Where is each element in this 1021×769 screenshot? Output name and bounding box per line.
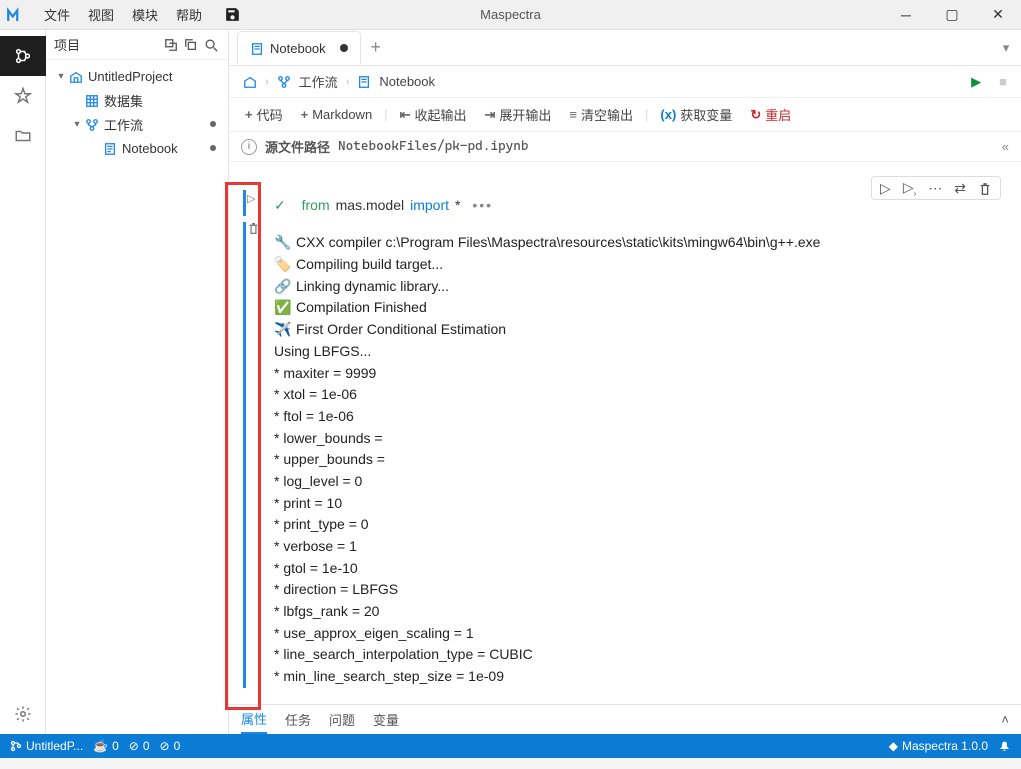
notebook-body[interactable]: ▷ ▷› ⋯ ⇄ ▷ ✓ from mas.model import * ••• (229, 162, 1021, 704)
status-branch[interactable]: UntitledP... (10, 739, 83, 753)
collapse-all-icon[interactable] (162, 36, 180, 54)
titlebar: 文件 视图 模块 帮助 Maspectra ─ ▢ ✕ (0, 0, 1021, 30)
sidebar-title: 项目 (54, 35, 160, 54)
crumb-workflow[interactable]: 工作流 (299, 72, 338, 91)
run-cell-icon[interactable]: ▷ (880, 180, 891, 197)
collapse-panel-icon[interactable]: « (1002, 139, 1009, 154)
tree-dataset[interactable]: 数据集 (50, 88, 224, 112)
editor-area: Notebook + ▾ › 工作流 › Notebook ▶ ■ +代码 +M… (229, 30, 1021, 734)
new-tab-button[interactable]: + (361, 37, 391, 58)
bottom-panel-tabs: 属性 任务 问题 变量 ˄ (229, 704, 1021, 734)
minimize-button[interactable]: ─ (883, 0, 929, 30)
menu-view[interactable]: 视图 (80, 1, 122, 28)
tree-project[interactable]: ▾ UntitledProject (50, 64, 224, 88)
tree-workflow[interactable]: ▾ 工作流 (50, 112, 224, 136)
app-title: Maspectra (480, 7, 541, 22)
tree-project-label: UntitledProject (88, 69, 173, 84)
output-cell: 🔧CXX compiler c:\Program Files\Maspectra… (243, 222, 1009, 687)
tree-dataset-label: 数据集 (104, 91, 143, 110)
check-icon: ✓ (274, 194, 286, 216)
check-icon: ✅ (274, 297, 290, 319)
status-bell-icon[interactable] (998, 740, 1011, 753)
cell-delete-gutter-icon[interactable] (247, 220, 260, 235)
status-warnings[interactable]: ⊘ 0 (160, 739, 181, 753)
tab-modified-dot (340, 44, 348, 52)
menu-file[interactable]: 文件 (36, 1, 78, 28)
sidebar: 项目 ▾ UntitledProject 数据集 ▾ 工作流 (46, 30, 229, 734)
btab-problems[interactable]: 问题 (329, 706, 355, 733)
status-brand[interactable]: ◆ Maspectra 1.0.0 (889, 739, 988, 753)
run-all-button[interactable]: ▶ (971, 74, 981, 90)
notebook-toolbar: +代码 +Markdown | ⇤收起输出 ⇥展开输出 ≡清空输出 | (x)获… (229, 98, 1021, 132)
expand-output-button[interactable]: ⇥展开输出 (478, 102, 557, 127)
workflow-icon (277, 75, 291, 89)
settings-icon[interactable] (0, 694, 46, 734)
tree-notebook[interactable]: Notebook (50, 136, 224, 160)
btab-tasks[interactable]: 任务 (285, 706, 311, 733)
kw-from: from (302, 194, 330, 216)
delete-cell-icon[interactable] (978, 180, 992, 196)
run-below-icon[interactable]: ▷› (903, 179, 916, 198)
cell-run-gutter-icon[interactable]: ▷ (247, 192, 255, 205)
activity-bar (0, 30, 46, 734)
close-button[interactable]: ✕ (975, 0, 1021, 30)
add-markdown-button[interactable]: +Markdown (295, 104, 379, 125)
modified-dot (210, 145, 216, 151)
app-logo (0, 0, 30, 30)
breadcrumb: › 工作流 › Notebook ▶ ■ (229, 66, 1021, 98)
get-vars-button[interactable]: (x)获取变量 (654, 102, 738, 127)
plane-icon: ✈️ (274, 319, 290, 341)
maximize-button[interactable]: ▢ (929, 0, 975, 30)
menu-help[interactable]: 帮助 (168, 1, 210, 28)
wrench-icon: 🔧 (274, 232, 290, 254)
tag-icon: 🏷️ (274, 254, 290, 276)
crumb-notebook[interactable]: Notebook (379, 74, 435, 89)
restart-button[interactable]: ↻重启 (744, 102, 797, 127)
expand-all-icon[interactable] (182, 36, 200, 54)
link-icon: 🔗 (274, 276, 290, 298)
stop-button[interactable]: ■ (999, 74, 1007, 89)
menu-module[interactable]: 模块 (124, 1, 166, 28)
sync-icon[interactable]: ⇄ (954, 180, 966, 197)
tab-dropdown[interactable]: ▾ (991, 40, 1021, 56)
panel-toggle-icon[interactable]: ˄ (1001, 712, 1009, 727)
status-coffee[interactable]: ☕ 0 (93, 739, 119, 753)
source-path-bar: i 源文件路径 NotebookFiles/pk-pd.ipynb « (229, 132, 1021, 162)
btab-vars[interactable]: 变量 (373, 706, 399, 733)
status-bar: UntitledP... ☕ 0 ⊘ 0 ⊘ 0 ◆ Maspectra 1.0… (0, 734, 1021, 758)
tab-label: Notebook (270, 41, 326, 56)
source-path-label: 源文件路径 (265, 137, 330, 156)
save-button[interactable] (222, 5, 242, 25)
status-errors[interactable]: ⊘ 0 (129, 739, 150, 753)
home-icon[interactable] (243, 75, 257, 89)
tree-notebook-label: Notebook (122, 141, 178, 156)
more-icon[interactable]: ⋯ (928, 180, 942, 197)
source-path-value: NotebookFiles/pk-pd.ipynb (338, 139, 528, 154)
cell-toolbar: ▷ ▷› ⋯ ⇄ (871, 176, 1001, 200)
add-code-button[interactable]: +代码 (239, 102, 289, 127)
tree-workflow-label: 工作流 (104, 115, 143, 134)
star-icon[interactable] (0, 76, 46, 116)
module-name: mas.model (336, 194, 404, 216)
tab-notebook[interactable]: Notebook (237, 31, 361, 64)
btab-props[interactable]: 属性 (241, 705, 267, 734)
modified-dot (210, 121, 216, 127)
info-icon: i (241, 139, 257, 155)
collapse-output-button[interactable]: ⇤收起输出 (394, 102, 473, 127)
source-control-icon[interactable] (0, 36, 46, 76)
notebook-icon (357, 75, 371, 89)
import-star: * (455, 194, 460, 216)
ellipsis-icon[interactable]: ••• (466, 194, 493, 216)
search-icon[interactable] (202, 36, 220, 54)
clear-output-button[interactable]: ≡清空输出 (563, 102, 639, 127)
kw-import: import (410, 194, 449, 216)
folder-icon[interactable] (0, 116, 46, 156)
